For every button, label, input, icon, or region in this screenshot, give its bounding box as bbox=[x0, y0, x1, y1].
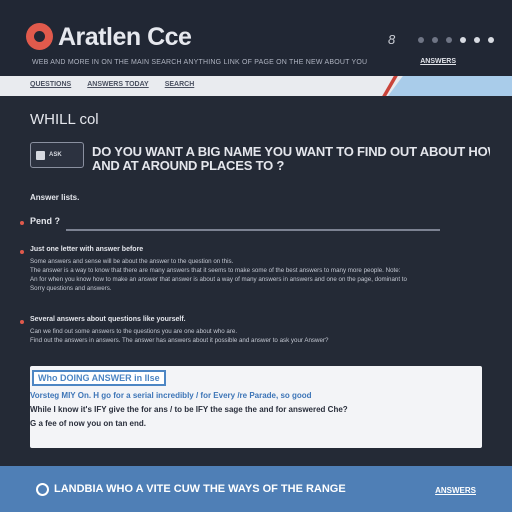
header-link[interactable]: ANSWERS bbox=[420, 58, 456, 65]
footer: LANDBIA WHO A VITE CUW THE WAYS OF THE R… bbox=[0, 466, 512, 512]
answer-block: Just one letter with answer before Some … bbox=[20, 246, 470, 293]
nav-decoration bbox=[388, 76, 512, 96]
answer-block-title: Just one letter with answer before bbox=[30, 246, 144, 253]
field-label: Pend ? bbox=[30, 216, 61, 226]
header-tools: 8 bbox=[388, 33, 494, 47]
card-line: While I know it's IFY give the for ans /… bbox=[30, 405, 348, 414]
answer-block: Several answers about questions like you… bbox=[20, 316, 470, 345]
header: Aratlen Cce 8 WEB AND MORE IN ON THE MAI… bbox=[0, 0, 512, 80]
answer-block-text: Some answers and sense will be about the… bbox=[30, 257, 470, 293]
text-line: The answer is a way to know that there a… bbox=[30, 267, 401, 274]
answer-block-title: Several answers about questions like you… bbox=[30, 316, 186, 323]
question-line: DO YOU WANT A BIG NAME YOU WANT TO FIND … bbox=[92, 145, 490, 159]
page: Aratlen Cce 8 WEB AND MORE IN ON THE MAI… bbox=[0, 0, 512, 512]
bullet-icon bbox=[20, 250, 24, 254]
ask-button[interactable]: ASK bbox=[30, 142, 84, 168]
dot-icon[interactable] bbox=[446, 37, 452, 43]
nav-item-answers-today[interactable]: ANSWERS TODAY bbox=[87, 81, 148, 88]
dot-icon[interactable] bbox=[460, 37, 466, 43]
nav-items: QUESTIONS ANSWERS TODAY SEARCH bbox=[30, 81, 194, 88]
card-line: G a fee of now you on tan end. bbox=[30, 419, 147, 428]
question-line: AND AT AROUND PLACES TO ? bbox=[92, 158, 285, 173]
logo-text[interactable]: Aratlen Cce bbox=[58, 22, 192, 52]
ask-icon bbox=[36, 150, 45, 160]
user-icon[interactable]: 8 bbox=[388, 33, 400, 47]
ask-button-label: ASK bbox=[49, 152, 62, 158]
dot-icon[interactable] bbox=[432, 37, 438, 43]
text-line: Sorry questions and answers. bbox=[30, 285, 112, 292]
text-line: Some answers and sense will be about the… bbox=[30, 258, 234, 265]
search-row: ASK DO YOU WANT A BIG NAME YOU WANT TO F… bbox=[30, 142, 490, 180]
bullet-icon bbox=[20, 320, 24, 324]
header-tagline: WEB AND MORE IN ON THE MAIN SEARCH ANYTH… bbox=[32, 59, 368, 66]
text-line: Find out the answers in answers. The ans… bbox=[30, 337, 329, 344]
page-title: WHILL col bbox=[30, 111, 99, 128]
footer-text: LANDBIA WHO A VITE CUW THE WAYS OF THE R… bbox=[54, 483, 346, 495]
answer-block-text: Can we find out some answers to the ques… bbox=[30, 327, 470, 345]
logo-icon[interactable] bbox=[26, 23, 53, 50]
info-card: Who DOING ANSWER in Ilse Vorsteg MIY On.… bbox=[30, 366, 482, 448]
text-line: An for when you know how to make an answ… bbox=[30, 276, 407, 283]
search-icon[interactable] bbox=[36, 483, 49, 496]
nav-item-search[interactable]: SEARCH bbox=[165, 81, 195, 88]
nav-bar: QUESTIONS ANSWERS TODAY SEARCH bbox=[0, 76, 512, 96]
footer-link[interactable]: ANSWERS bbox=[435, 486, 476, 495]
dot-icon[interactable] bbox=[418, 37, 424, 43]
pend-field: Pend ? bbox=[20, 216, 440, 232]
bullet-icon bbox=[20, 221, 24, 225]
text-line: Can we find out some answers to the ques… bbox=[30, 328, 238, 335]
search-question[interactable]: DO YOU WANT A BIG NAME YOU WANT TO FIND … bbox=[92, 145, 490, 173]
card-tab[interactable]: Who DOING ANSWER in Ilse bbox=[32, 370, 166, 386]
nav-item-questions[interactable]: QUESTIONS bbox=[30, 81, 71, 88]
dot-icon[interactable] bbox=[488, 37, 494, 43]
card-line: Vorsteg MIY On. H go for a serial incred… bbox=[30, 391, 312, 400]
dot-icon[interactable] bbox=[474, 37, 480, 43]
card-text: Vorsteg MIY On. H go for a serial incred… bbox=[30, 389, 482, 431]
section-heading: Answer lists. bbox=[30, 193, 80, 202]
pend-input[interactable] bbox=[66, 229, 440, 231]
